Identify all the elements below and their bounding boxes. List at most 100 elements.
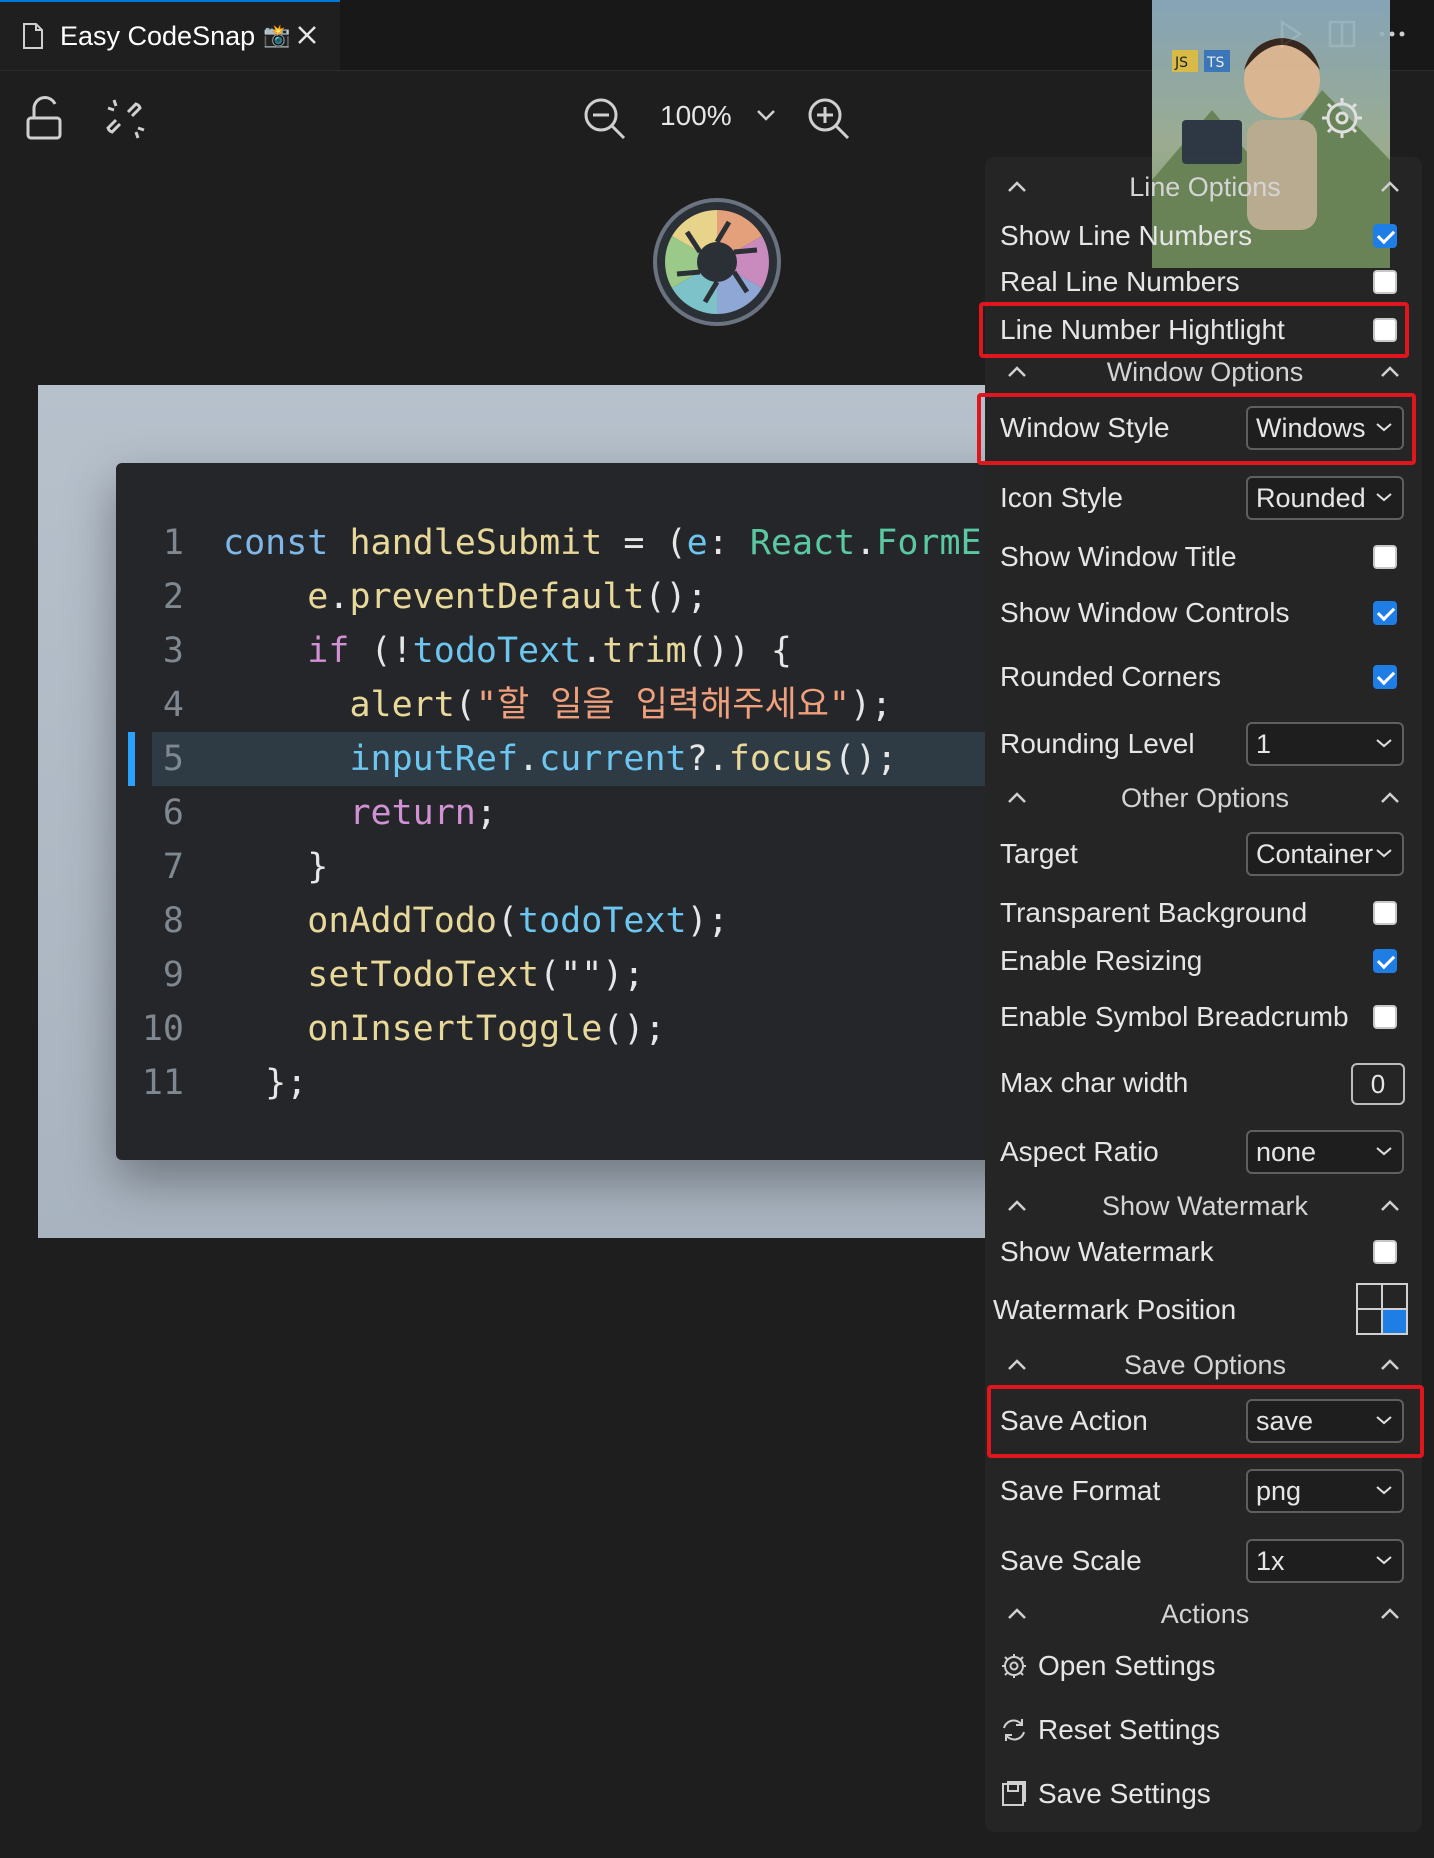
chevron-down-icon xyxy=(1376,1147,1392,1156)
expand-other-options-icon[interactable] xyxy=(1378,791,1402,805)
target-select[interactable]: Container xyxy=(1246,832,1404,876)
code-line[interactable]: 2 e.preventDefault(); xyxy=(116,570,1066,624)
tab-easy-codesnap[interactable]: Easy CodeSnap 📸 xyxy=(0,0,340,70)
section-line-options-header[interactable]: Line Options xyxy=(1000,172,1410,203)
show-line-numbers-checkbox[interactable] xyxy=(1373,224,1397,248)
zoom-level[interactable]: 100% xyxy=(660,100,732,132)
chevron-down-icon xyxy=(1376,1486,1392,1495)
enable-resizing-checkbox[interactable] xyxy=(1373,949,1397,973)
code-token: alert xyxy=(349,685,455,725)
reset-settings-button[interactable]: Reset Settings xyxy=(1000,1714,1220,1746)
open-settings-button[interactable]: Open Settings xyxy=(1000,1650,1215,1682)
unlink-icon[interactable] xyxy=(104,98,148,142)
section-actions-header[interactable]: Actions xyxy=(1000,1599,1410,1630)
code-line[interactable]: 3 if (!todoText.trim()) { xyxy=(116,624,1066,678)
expand-watermark-icon[interactable] xyxy=(1378,1199,1402,1213)
line-number: 5 xyxy=(162,739,184,779)
code-line[interactable]: 1 const handleSubmit = (e: React.FormE xyxy=(116,516,1066,570)
expand-save-options-icon[interactable] xyxy=(1378,1358,1402,1372)
save-icon xyxy=(1002,1781,1026,1806)
transparent-background-checkbox[interactable] xyxy=(1373,901,1397,925)
highlight-box xyxy=(977,393,1416,465)
code-line[interactable]: 10 onInsertToggle(); xyxy=(116,1002,1066,1056)
icon-style-value: Rounded xyxy=(1256,483,1366,513)
target-label: Target xyxy=(1000,838,1078,869)
enable-symbol-breadcrumb-checkbox[interactable] xyxy=(1373,1005,1397,1029)
rounded-corners-checkbox[interactable] xyxy=(1373,665,1397,689)
watermark-position-label: Watermark Position xyxy=(993,1294,1237,1325)
icon-style-select[interactable]: Rounded xyxy=(1246,476,1404,520)
show-line-numbers-label: Show Line Numbers xyxy=(1000,220,1253,251)
max-char-width-input[interactable]: 0 xyxy=(1351,1063,1405,1105)
save-scale-select[interactable]: 1x xyxy=(1246,1539,1404,1583)
chevron-down-icon[interactable] xyxy=(756,108,776,122)
open-settings-button-label: Open Settings xyxy=(1038,1650,1216,1681)
code-text: alert("할 일을 입력해주세요"); xyxy=(223,678,892,732)
gear-icon xyxy=(1002,1654,1026,1678)
line-number: 1 xyxy=(162,523,184,563)
show-window-controls-checkbox[interactable] xyxy=(1373,601,1397,625)
code-token: React xyxy=(749,523,856,563)
save-settings-button[interactable]: Save Settings xyxy=(1000,1778,1211,1810)
zoom-out-icon[interactable] xyxy=(582,96,628,142)
show-window-title-checkbox[interactable] xyxy=(1373,545,1397,569)
code-line[interactable]: 8 onAddTodo(todoText); xyxy=(116,894,1066,948)
show-watermark-label: Show Watermark xyxy=(1000,1236,1214,1267)
code-line[interactable]: 9 setTodoText(""); xyxy=(116,948,1066,1002)
code-line[interactable]: 4 alert("할 일을 입력해주세요"); xyxy=(116,678,1066,732)
code-line[interactable]: 5 inputRef.current?.focus(); xyxy=(152,732,1066,786)
code-line[interactable]: 7 } xyxy=(116,840,1066,894)
max-char-width-label: Max char width xyxy=(1000,1067,1189,1098)
show-window-controls-label: Show Window Controls xyxy=(1000,597,1290,628)
enable-symbol-breadcrumb-label: Enable Symbol Breadcrumb xyxy=(1000,1001,1349,1032)
code-token: todoText xyxy=(518,901,687,941)
rounding-level-value: 1 xyxy=(1256,729,1272,759)
chevron-down-icon xyxy=(1376,1556,1392,1565)
file-icon xyxy=(23,23,43,49)
code-token: } xyxy=(223,847,329,887)
code-text: if (!todoText.trim()) { xyxy=(223,624,792,678)
code-line[interactable]: 11 }; xyxy=(116,1056,1066,1110)
section-window-options-header[interactable]: Window Options xyxy=(1000,357,1410,388)
code-token: onInsertToggle xyxy=(307,1009,603,1049)
chevron-down-icon xyxy=(1376,739,1392,748)
rounding-level-select[interactable]: 1 xyxy=(1246,722,1404,766)
section-watermark-header[interactable]: Show Watermark xyxy=(1000,1191,1410,1222)
line-number: 11 xyxy=(141,1063,184,1103)
close-icon[interactable] xyxy=(292,20,322,50)
code-line[interactable]: 6 return; xyxy=(116,786,1066,840)
code-token: : xyxy=(707,523,750,563)
code-token: current xyxy=(539,739,687,779)
rounding-level-label: Rounding Level xyxy=(1000,728,1195,759)
code-token: preventDefault xyxy=(349,577,645,617)
shutter-logo-icon[interactable] xyxy=(652,197,782,327)
code-token: onAddTodo xyxy=(307,901,497,941)
section-save-options-header[interactable]: Save Options xyxy=(1000,1350,1410,1381)
zoom-in-icon[interactable] xyxy=(806,96,852,142)
code-token: return xyxy=(349,793,476,833)
save-format-select[interactable]: png xyxy=(1246,1469,1404,1513)
expand-window-options-icon[interactable] xyxy=(1378,365,1402,379)
watermark-position-grid[interactable] xyxy=(1356,1283,1408,1335)
expand-line-options-icon[interactable] xyxy=(1378,180,1402,194)
section-other-options-header[interactable]: Other Options xyxy=(1000,783,1410,814)
code-token: . xyxy=(328,577,350,617)
chevron-down-icon xyxy=(1376,493,1392,502)
refresh-icon xyxy=(1003,1719,1025,1741)
expand-actions-icon[interactable] xyxy=(1378,1607,1402,1621)
line-number: 4 xyxy=(162,685,184,725)
aspect-ratio-select[interactable]: none xyxy=(1246,1130,1404,1174)
unlock-icon[interactable] xyxy=(24,96,66,142)
code-token: handleSubmit xyxy=(349,523,624,563)
real-line-numbers-checkbox[interactable] xyxy=(1373,270,1397,294)
code-token: todoText xyxy=(412,631,582,671)
chevron-down-icon xyxy=(1376,849,1392,858)
code-window[interactable]: 1 const handleSubmit = (e: React.FormE 2 e… xyxy=(116,463,1066,1160)
rounded-corners-label: Rounded Corners xyxy=(1000,661,1222,692)
target-value: Container xyxy=(1256,839,1374,869)
show-watermark-checkbox[interactable] xyxy=(1373,1240,1397,1264)
